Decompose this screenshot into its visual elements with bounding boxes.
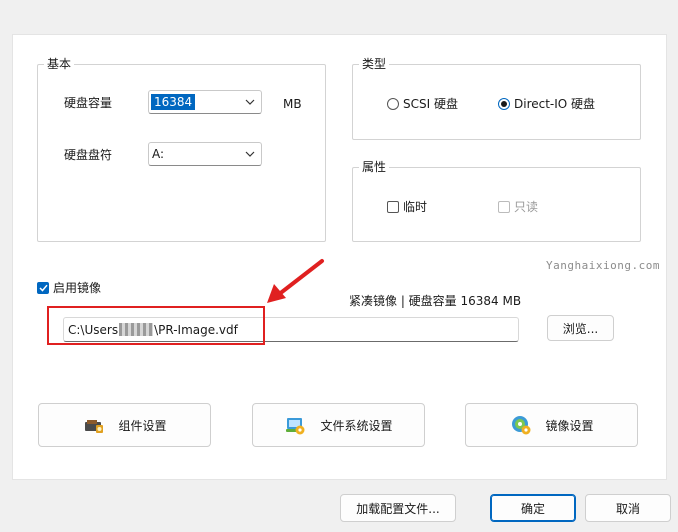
- filesystem-icon: [286, 418, 305, 435]
- drive-letter-label: 硬盘盘符: [64, 148, 113, 162]
- browse-button[interactable]: 浏览...: [547, 315, 614, 341]
- highlight-box: [47, 306, 265, 345]
- radio-direct-io[interactable]: Direct-IO 硬盘: [498, 95, 595, 112]
- load-config-button[interactable]: 加载配置文件...: [340, 494, 456, 522]
- basic-group-title: 基本: [44, 56, 75, 72]
- capacity-unit: MB: [283, 97, 302, 111]
- radio-scsi-indicator[interactable]: [387, 97, 399, 110]
- temporary-checkbox-box[interactable]: [387, 200, 399, 213]
- component-settings-button[interactable]: 组件设置: [38, 403, 211, 447]
- cancel-button[interactable]: 取消: [585, 494, 671, 522]
- disk-image-icon: [512, 416, 531, 435]
- capacity-combo[interactable]: 16384: [148, 90, 262, 114]
- type-group-title: 类型: [359, 56, 390, 72]
- filesystem-settings-button[interactable]: 文件系统设置: [252, 403, 425, 447]
- capacity-value[interactable]: 16384: [151, 94, 196, 110]
- enable-image-checkbox[interactable]: 启用镜像: [37, 279, 101, 296]
- browse-button-label: 浏览...: [562, 321, 599, 336]
- cancel-label: 取消: [615, 501, 640, 516]
- checkmark-icon: [38, 284, 48, 292]
- radio-direct-io-label: Direct-IO 硬盘: [514, 97, 596, 111]
- radio-direct-io-indicator[interactable]: [498, 97, 510, 110]
- component-settings-label: 组件设置: [118, 418, 167, 433]
- image-settings-label: 镜像设置: [545, 418, 594, 433]
- annotation-arrow: [267, 259, 324, 303]
- image-info: 紧凑镜像 | 硬盘容量 16384 MB: [349, 294, 522, 308]
- ok-label: 确定: [520, 501, 545, 516]
- enable-image-checkbox-box[interactable]: [37, 281, 49, 294]
- readonly-checkbox-box: [498, 200, 510, 213]
- radio-scsi[interactable]: SCSI 硬盘: [387, 95, 458, 112]
- drive-letter-combo[interactable]: A:: [148, 142, 262, 166]
- temporary-label: 临时: [403, 200, 428, 214]
- load-config-label: 加载配置文件...: [356, 501, 440, 516]
- component-icon: [85, 420, 104, 433]
- enable-image-label: 启用镜像: [53, 281, 102, 295]
- drive-letter-value[interactable]: A:: [149, 147, 239, 161]
- ok-button[interactable]: 确定: [490, 494, 576, 522]
- readonly-label: 只读: [514, 200, 539, 214]
- chevron-down-icon[interactable]: [239, 99, 261, 105]
- image-settings-button[interactable]: 镜像设置: [465, 403, 638, 447]
- capacity-label: 硬盘容量: [64, 96, 113, 110]
- temporary-checkbox[interactable]: 临时: [387, 198, 427, 215]
- radio-scsi-label: SCSI 硬盘: [403, 97, 458, 111]
- attributes-group-title: 属性: [359, 159, 390, 175]
- filesystem-settings-label: 文件系统设置: [320, 418, 393, 433]
- readonly-checkbox: 只读: [498, 198, 538, 215]
- chevron-down-icon[interactable]: [239, 151, 261, 157]
- watermark: Yanghaixiong.com: [546, 259, 660, 272]
